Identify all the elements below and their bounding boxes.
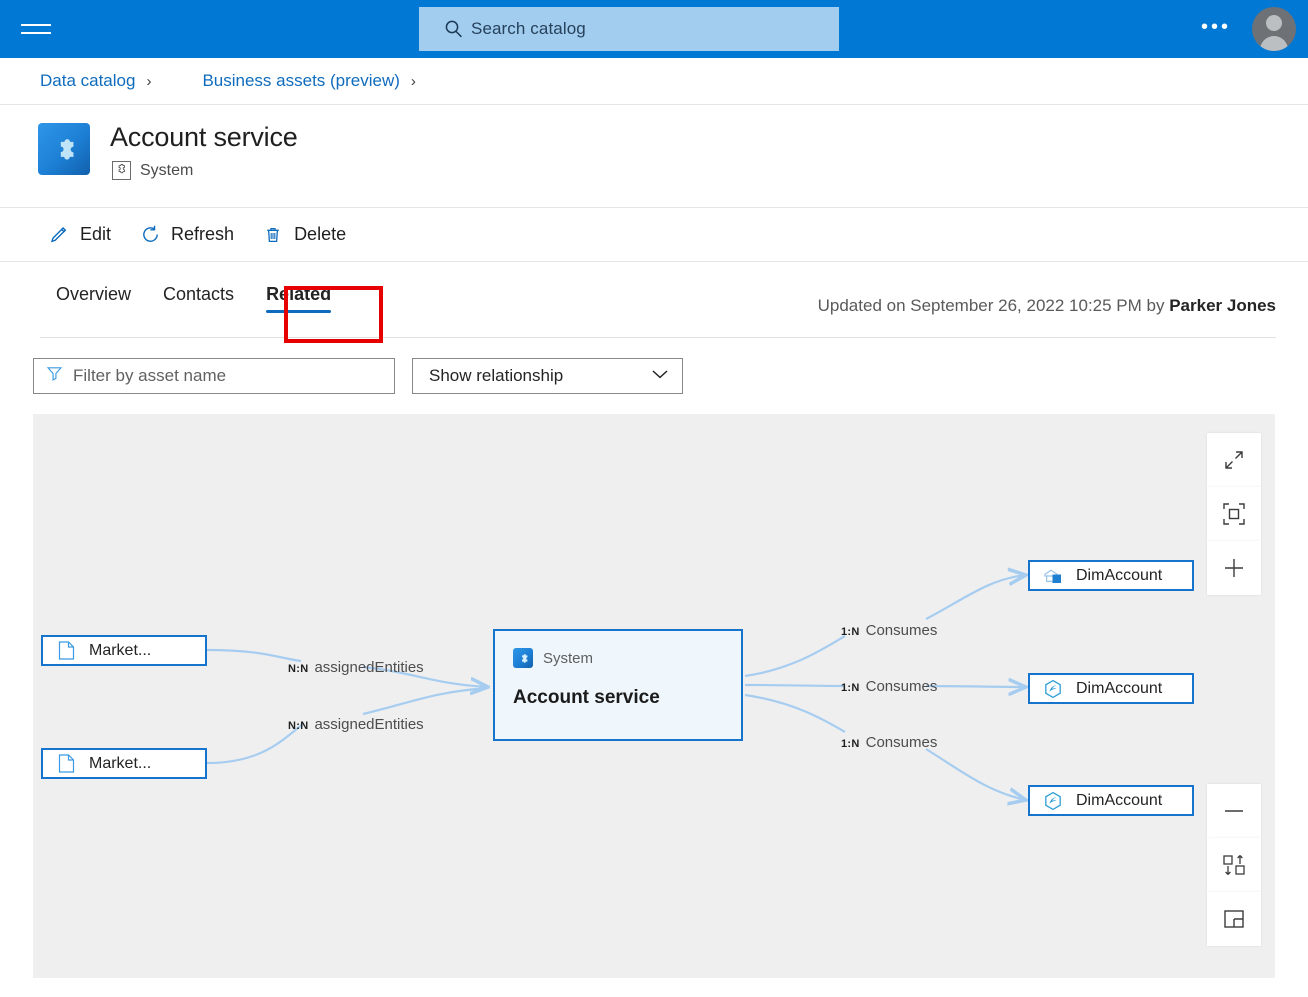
expand-diagonal-icon[interactable] — [1207, 433, 1261, 487]
graph-node-dimaccount-1[interactable]: DimAccount — [1028, 560, 1194, 591]
graph-node-label: Market... — [89, 754, 152, 772]
edge-cardinality: 1:N — [841, 682, 860, 694]
updated-user: Parker Jones — [1169, 296, 1276, 315]
tab-active-underline — [266, 310, 332, 313]
graph-node-label: DimAccount — [1076, 566, 1163, 584]
edge-cardinality: N:N — [288, 663, 309, 675]
edge-label-consumes-3: 1:N Consumes — [841, 734, 937, 751]
last-updated-text: Updated on September 26, 2022 10:25 PM b… — [818, 296, 1276, 316]
hamburger-line — [21, 24, 51, 26]
relationship-graph-canvas[interactable]: Market... Market... N:N assignedEntities… — [33, 414, 1275, 978]
tab-overview[interactable]: Overview — [40, 276, 147, 321]
pencil-icon — [48, 224, 70, 246]
system-type-icon — [112, 161, 131, 180]
edge-relationship: assignedEntities — [314, 716, 424, 733]
search-input[interactable]: Search catalog — [419, 7, 839, 51]
graph-node-market-2[interactable]: Market... — [41, 748, 207, 779]
edit-label: Edit — [80, 224, 112, 244]
asset-type-row: System — [112, 161, 193, 180]
graph-node-account-service[interactable]: System Account service — [493, 629, 743, 741]
show-relationship-select[interactable]: Show relationship — [412, 358, 683, 394]
delete-button[interactable]: Delete — [252, 218, 356, 252]
asset-type-label: System — [140, 161, 194, 179]
tab-contacts-label: Contacts — [163, 284, 235, 304]
graph-node-label: Market... — [89, 641, 152, 659]
show-relationship-value: Show relationship — [429, 366, 564, 385]
edge-label-assigned-entities-1: N:N assignedEntities — [288, 659, 424, 676]
breadcrumb: Data catalog › Business assets (preview)… — [0, 58, 1308, 105]
user-avatar[interactable] — [1252, 7, 1296, 51]
breadcrumb-item-business-assets[interactable]: Business assets (preview) — [202, 71, 399, 91]
edge-cardinality: 1:N — [841, 626, 860, 638]
tab-related[interactable]: Related — [250, 276, 347, 321]
breadcrumb-separator: › — [410, 72, 416, 90]
system-puzzle-icon — [38, 123, 90, 175]
graph-node-dimaccount-2[interactable]: DimAccount — [1028, 673, 1194, 704]
graph-node-label: DimAccount — [1076, 679, 1163, 697]
tab-related-label: Related — [266, 284, 332, 304]
zoom-out-icon[interactable] — [1207, 784, 1261, 838]
asset-filter-placeholder: Filter by asset name — [73, 366, 227, 385]
avatar-head — [1266, 15, 1282, 31]
asset-name-filter-input[interactable]: Filter by asset name — [33, 358, 395, 394]
refresh-button[interactable]: Refresh — [129, 218, 244, 252]
search-placeholder: Search catalog — [471, 19, 586, 38]
edge-relationship: assignedEntities — [314, 659, 424, 676]
synapse-hex-icon — [1042, 678, 1064, 700]
edge-cardinality: 1:N — [841, 738, 860, 750]
edge-label-consumes-1: 1:N Consumes — [841, 622, 937, 639]
center-node-name: Account service — [513, 687, 660, 708]
document-icon — [55, 753, 77, 775]
graph-node-market-1[interactable]: Market... — [41, 635, 207, 666]
hamburger-line — [21, 32, 51, 34]
breadcrumb-item-data-catalog[interactable]: Data catalog — [40, 71, 135, 91]
panel-layout-icon[interactable] — [1207, 892, 1261, 946]
synapse-hex-icon — [1042, 790, 1064, 812]
search-icon — [437, 19, 471, 39]
edit-button[interactable]: Edit — [38, 218, 121, 252]
center-node-type-label: System — [543, 649, 594, 667]
chevron-down-icon — [650, 367, 670, 386]
edge-cardinality: N:N — [288, 720, 309, 732]
data-warehouse-icon — [1042, 565, 1064, 587]
edge-relationship: Consumes — [865, 622, 938, 639]
edge-label-consumes-2: 1:N Consumes — [841, 678, 937, 695]
tab-divider — [40, 337, 1276, 338]
asset-header — [0, 105, 1308, 208]
avatar-body — [1260, 36, 1288, 51]
top-navigation-bar: Search catalog ••• — [0, 0, 1308, 58]
document-icon — [55, 640, 77, 662]
edge-label-assigned-entities-2: N:N assignedEntities — [288, 716, 424, 733]
fit-to-screen-icon[interactable] — [1207, 487, 1261, 541]
breadcrumb-separator: › — [146, 72, 152, 90]
edge-relationship: Consumes — [865, 678, 938, 695]
command-bar: Edit Refresh Delete — [0, 208, 1308, 262]
center-node-type: System — [513, 648, 593, 668]
more-options-button[interactable]: ••• — [1196, 17, 1236, 38]
hamburger-menu-icon[interactable] — [14, 11, 58, 47]
tab-overview-label: Overview — [56, 284, 132, 304]
filter-icon — [46, 365, 63, 387]
edge-relationship: Consumes — [865, 734, 938, 751]
tab-contacts[interactable]: Contacts — [147, 276, 250, 321]
trash-icon — [262, 224, 284, 246]
refresh-label: Refresh — [171, 224, 235, 244]
system-puzzle-icon — [513, 648, 533, 668]
graph-node-dimaccount-3[interactable]: DimAccount — [1028, 785, 1194, 816]
swap-direction-icon[interactable] — [1207, 838, 1261, 892]
refresh-icon — [139, 224, 161, 246]
delete-label: Delete — [294, 224, 347, 244]
page-title: Account service — [110, 122, 298, 152]
graph-node-label: DimAccount — [1076, 791, 1163, 809]
zoom-in-icon[interactable] — [1207, 541, 1261, 595]
updated-prefix: Updated on September 26, 2022 10:25 PM b… — [817, 296, 1170, 315]
